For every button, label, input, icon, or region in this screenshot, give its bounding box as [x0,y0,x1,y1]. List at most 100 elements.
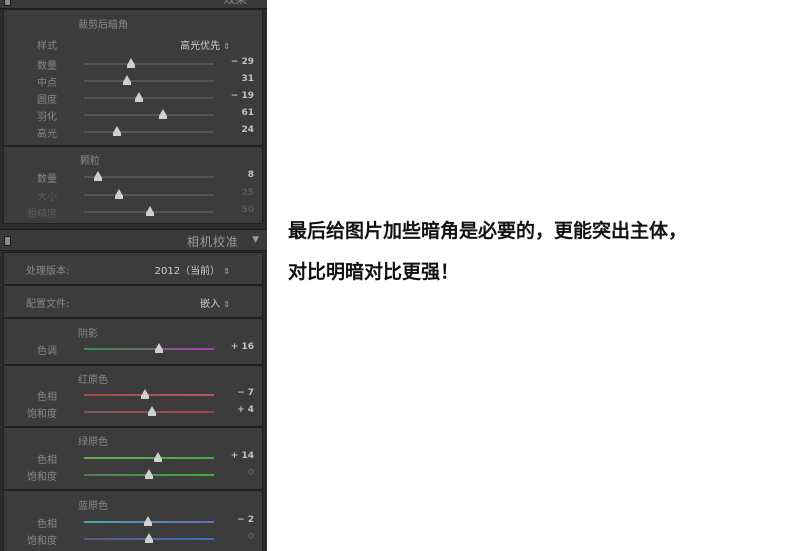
slider-value[interactable]: + 16 [214,342,254,352]
slider-value[interactable]: − 19 [214,91,254,101]
slider-value[interactable]: − 2 [214,515,254,525]
slider-row: 饱和度 0 [4,468,264,483]
collapse-triangle-icon[interactable]: ▼ [252,235,259,245]
slider-label: 圆度 [37,95,57,106]
slider-row: 数量 − 29 [4,57,264,72]
red-primary-section: 红原色 色相 − 7 饱和度 + 4 [3,365,263,427]
stepper-icon: ⇕ [223,267,230,276]
slider-label: 饱和度 [27,536,57,547]
slider-row: 粗糙度 50 [4,205,264,220]
process-version-row: 处理版本: 2012（当前） ⇕ [3,252,263,285]
slider-thumb[interactable] [94,171,103,181]
slider-track[interactable] [84,58,214,68]
slider-track[interactable] [84,75,214,85]
process-version-label: 处理版本: [26,266,70,277]
slider-thumb[interactable] [145,469,153,479]
slider-row: 数量 8 [4,170,264,185]
slider-thumb[interactable] [146,206,155,216]
slider-value[interactable]: + 14 [214,451,254,461]
slider-value[interactable]: 8 [214,170,254,180]
slider-value[interactable]: 50 [214,205,254,215]
red-primary-title: 红原色 [78,375,108,386]
slider-track[interactable] [84,109,214,119]
slider-track[interactable] [84,516,214,526]
slider-value[interactable]: 61 [214,108,254,118]
shadows-section: 阴影 色调 + 16 [3,318,263,365]
slider-value[interactable]: + 4 [214,405,254,415]
slider-label: 数量 [37,174,57,185]
slider-thumb[interactable] [141,389,150,399]
camera-calibration-title: 相机校准 [186,235,239,249]
panel-switch-icon[interactable] [4,0,11,6]
slider-value[interactable]: 0 [214,468,254,478]
slider-track[interactable] [84,389,214,399]
slider-row: 饱和度 0 [4,532,264,547]
slider-label: 中点 [37,78,57,89]
slider-thumb[interactable] [154,452,163,462]
slider-label: 色相 [37,392,57,403]
slider-track[interactable] [84,189,214,199]
vignette-style-select[interactable]: 高光优先 ⇕ [180,37,230,52]
slider-label: 粗糙度 [27,209,57,220]
grain-title: 颗粒 [80,156,100,167]
slider-value[interactable]: 25 [214,188,254,198]
slider-row: 中点 31 [4,74,264,89]
slider-thumb[interactable] [115,189,124,199]
slider-track[interactable] [84,452,214,462]
profile-row: 配置文件: 嵌入 ⇕ [3,285,263,318]
slider-value[interactable]: 24 [214,125,254,135]
slider-track[interactable] [84,406,214,416]
slider-value[interactable]: 31 [214,74,254,84]
effects-panel-title: 效果 [223,0,247,7]
blue-primary-section: 蓝原色 色相 − 2 饱和度 0 [3,490,263,551]
profile-label: 配置文件: [26,299,70,310]
slider-thumb[interactable] [145,533,153,543]
slider-row: 高光 24 [4,125,264,140]
slider-track[interactable] [84,171,214,181]
slider-value[interactable]: − 7 [214,388,254,398]
slider-thumb[interactable] [112,126,121,136]
slider-row: 色调 + 16 [4,342,264,357]
post-crop-vignette-section: 裁剪后暗角 样式 高光优先 ⇕ 数量 − 29 中点 31 圆度 − 19 羽化 61 高光 24 [3,9,263,146]
vignette-style-value: 高光优先 [180,41,221,52]
slider-thumb[interactable] [134,92,143,102]
slider-label: 色相 [37,519,57,530]
slider-row: 色相 − 7 [4,388,264,403]
shadows-title: 阴影 [78,329,98,340]
profile-select[interactable]: 嵌入 ⇕ [200,295,230,310]
slider-track[interactable] [84,533,214,543]
slider-label: 饱和度 [27,409,57,420]
slider-label: 饱和度 [27,472,57,483]
slider-label: 羽化 [37,112,57,123]
develop-panel: 效果 ▼ 裁剪后暗角 样式 高光优先 ⇕ 数量 − 29 中点 31 圆度 − 19 羽化 6… [0,0,267,551]
slider-track[interactable] [84,343,214,353]
panel-switch-icon[interactable] [4,236,11,246]
slider-label: 高光 [37,129,57,140]
slider-value[interactable]: 0 [214,532,254,542]
slider-thumb[interactable] [126,58,135,68]
effects-panel-header[interactable]: 效果 ▼ [0,0,267,9]
slider-row: 大小 25 [4,188,264,203]
slider-track[interactable] [84,206,214,216]
slider-row: 色相 − 2 [4,515,264,530]
slider-track[interactable] [84,92,214,102]
slider-track[interactable] [84,469,214,479]
camera-calibration-header[interactable]: 相机校准 ▼ [0,229,267,251]
slider-label: 大小 [37,192,57,203]
slider-row: 羽化 61 [4,108,264,123]
green-primary-title: 绿原色 [78,437,108,448]
stepper-icon: ⇕ [223,42,230,51]
slider-track[interactable] [84,126,214,136]
slider-row: 色相 + 14 [4,451,264,466]
caption-line-2: 对比明暗对比更强！ [288,261,460,283]
process-version-value: 2012（当前） [154,266,221,277]
slider-thumb[interactable] [143,516,152,526]
blue-primary-title: 蓝原色 [78,501,108,512]
slider-thumb[interactable] [155,343,164,353]
vignette-style-label: 样式 [37,41,57,52]
slider-thumb[interactable] [147,406,156,416]
slider-value[interactable]: − 29 [214,57,254,67]
slider-thumb[interactable] [122,75,131,85]
slider-thumb[interactable] [159,109,168,119]
process-version-select[interactable]: 2012（当前） ⇕ [155,262,230,277]
